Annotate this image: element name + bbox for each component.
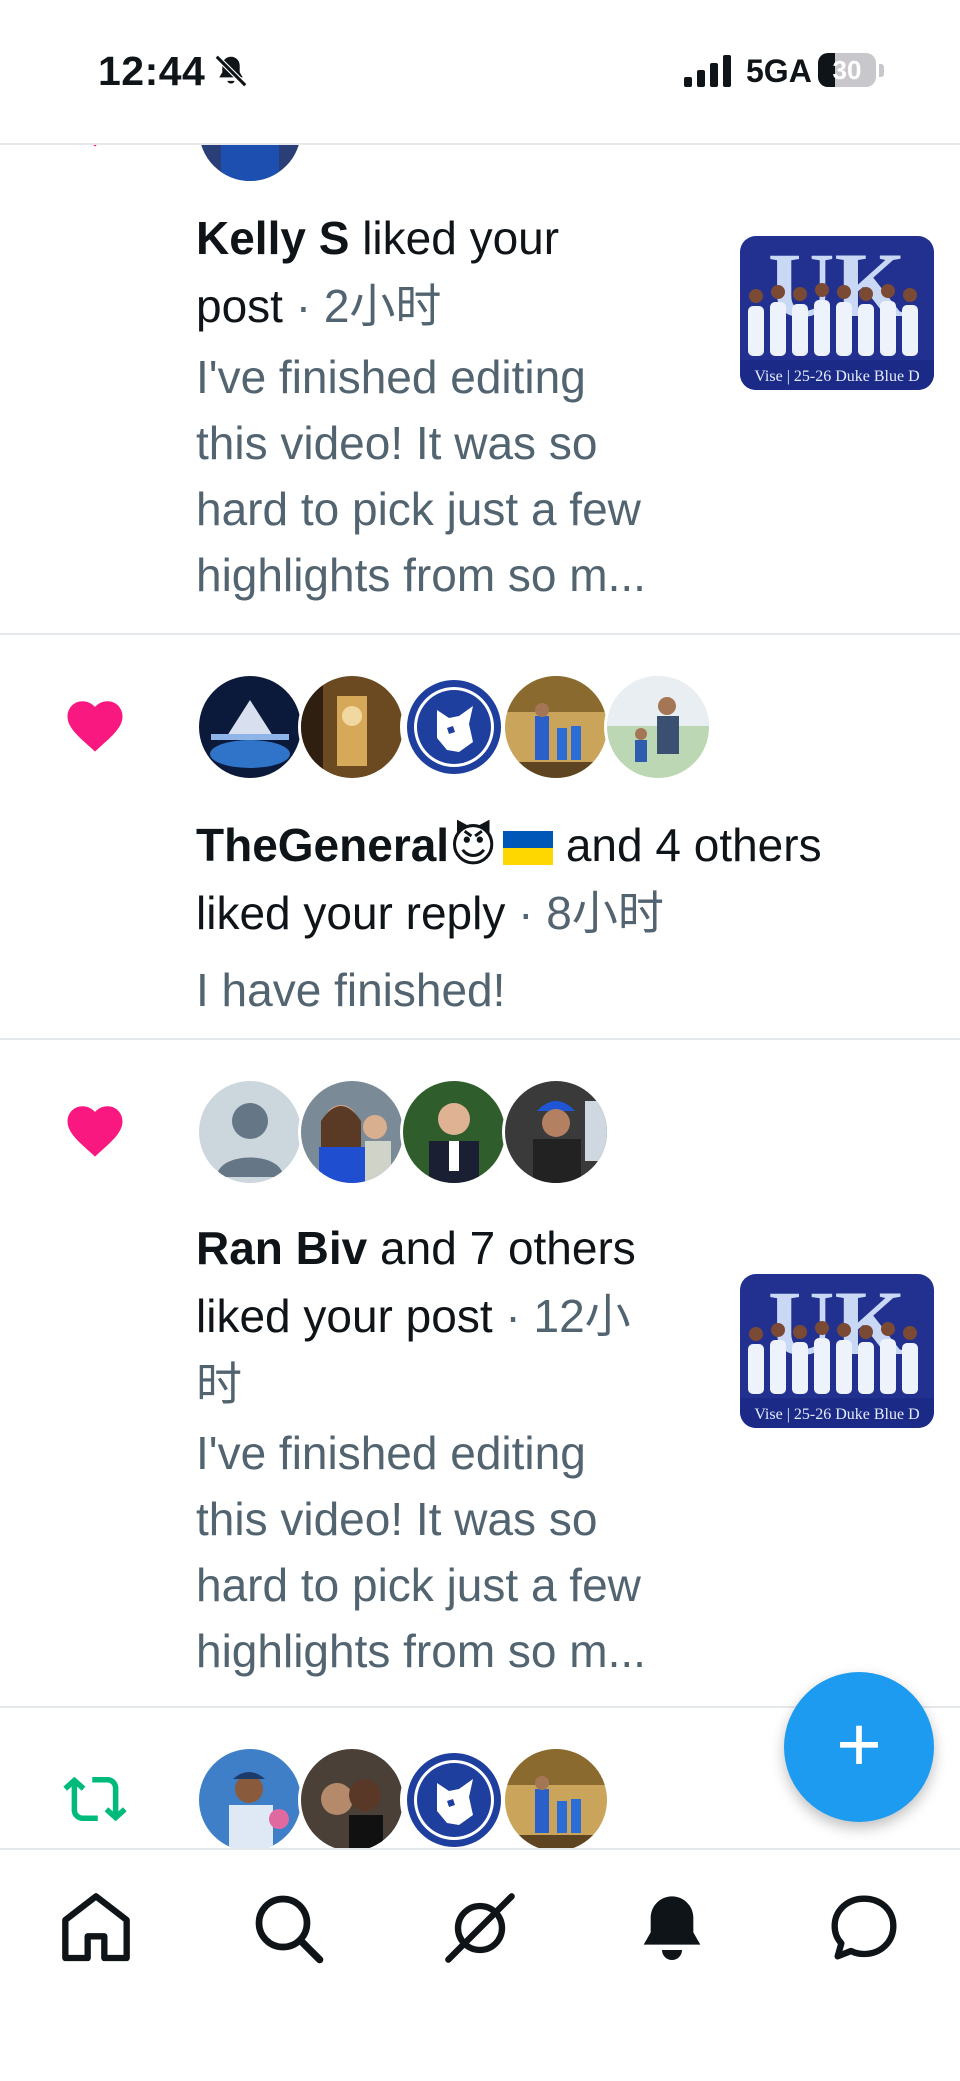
bell-icon	[643, 1896, 701, 1960]
heart-icon	[67, 1106, 123, 1157]
actor-name[interactable]: TheGeneral	[196, 819, 449, 871]
svg-text:Vise | 25-26 Duke Blue D: Vise | 25-26 Duke Blue D	[754, 368, 919, 385]
avatar[interactable]	[400, 673, 508, 781]
plus-icon: +	[836, 1700, 882, 1788]
home-icon	[62, 1893, 130, 1962]
bottom-nav	[0, 1848, 960, 2081]
status-bar: 12:44 5GA 30	[0, 0, 960, 145]
post-snippet[interactable]: I've finished editing this video! It was…	[196, 1420, 646, 1684]
avatar[interactable]	[502, 1746, 610, 1854]
avatar-stack	[196, 1746, 616, 1854]
actor-name[interactable]: Ran Biv	[196, 1222, 367, 1274]
avatar[interactable]	[502, 673, 610, 781]
battery-level: 30	[832, 55, 862, 85]
actor-name[interactable]: Kelly S	[196, 212, 349, 264]
grok-icon	[445, 1893, 515, 1963]
avatar-stack	[196, 673, 716, 781]
timestamp: · 8小时	[505, 887, 664, 939]
avatar[interactable]	[196, 1746, 304, 1854]
avatar[interactable]	[298, 1746, 406, 1854]
devil-emoji-icon: 😈	[449, 819, 498, 871]
post-thumbnail[interactable]: UK Vise | 25-26 Duke Blue D	[740, 236, 934, 390]
notification-text: Kelly S liked your post · 2小时	[196, 212, 560, 332]
search-icon	[255, 1895, 324, 1964]
avatar-default[interactable]	[196, 1078, 304, 1186]
bell-off-icon	[214, 54, 248, 88]
timestamp: · 2小时	[282, 280, 442, 332]
nav-grok[interactable]	[440, 1888, 520, 1968]
compose-button[interactable]: +	[784, 1672, 934, 1822]
post-snippet[interactable]: I have finished!	[196, 957, 505, 1023]
notification-text: Ran Biv and 7 others liked your post · 1…	[196, 1222, 636, 1410]
post-snippet[interactable]: I've finished editing this video! It was…	[196, 344, 646, 608]
nav-messages[interactable]	[824, 1888, 904, 1968]
ukraine-flag-icon	[503, 831, 554, 865]
avatar[interactable]	[298, 673, 406, 781]
post-thumbnail[interactable]: UK Vise | 25-26 Duke Blue D	[740, 1274, 934, 1428]
avatar[interactable]	[604, 673, 712, 781]
notification-item[interactable]: Ran Biv and 7 others liked your post · 1…	[0, 1038, 960, 1708]
avatar[interactable]	[400, 1078, 508, 1186]
nav-search[interactable]	[248, 1888, 328, 1968]
notification-item[interactable]: TheGeneral😈 and 4 others liked your repl…	[0, 633, 960, 1040]
network-type: 5GA	[746, 53, 812, 89]
repost-icon	[63, 1776, 127, 1822]
timestamp: · 12小	[492, 1290, 631, 1342]
avatar[interactable]	[196, 673, 304, 781]
notification-text: TheGeneral😈 and 4 others liked your repl…	[196, 819, 822, 939]
chat-icon	[831, 1895, 897, 1960]
signal-icon	[684, 55, 731, 87]
avatar-stack	[196, 1078, 616, 1186]
status-time: 12:44	[98, 48, 206, 94]
nav-notifications[interactable]	[632, 1888, 712, 1968]
svg-text:Vise | 25-26 Duke Blue D: Vise | 25-26 Duke Blue D	[754, 1406, 919, 1423]
nav-home[interactable]	[56, 1888, 136, 1968]
heart-icon	[67, 701, 123, 752]
battery-icon: 30	[818, 53, 884, 89]
avatar[interactable]	[298, 1078, 406, 1186]
avatar[interactable]	[400, 1746, 508, 1854]
avatar[interactable]	[502, 1078, 610, 1186]
